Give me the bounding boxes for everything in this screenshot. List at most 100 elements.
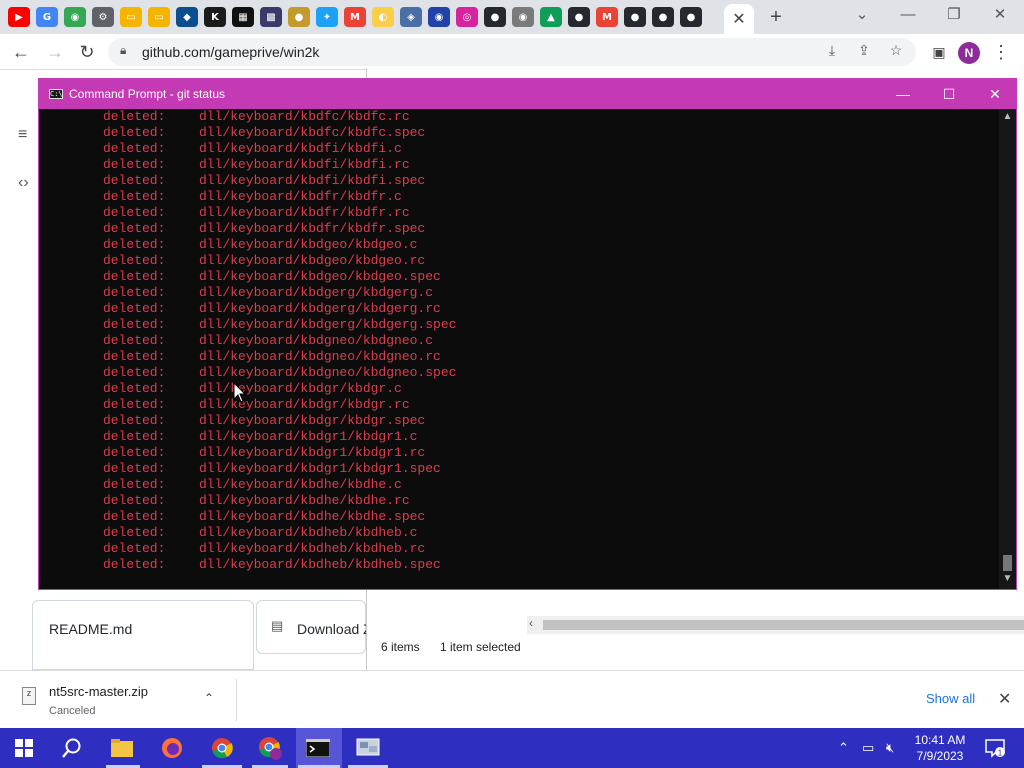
twitter-icon[interactable]: ✦ <box>316 7 338 27</box>
restore-button[interactable]: ❐ <box>934 4 974 28</box>
game-icon[interactable]: ▩ <box>260 7 282 27</box>
download-filename[interactable]: nt5src-master.zip <box>49 684 148 699</box>
git-status-label: deleted: <box>103 429 166 444</box>
scroll-down-icon[interactable]: ▼ <box>999 573 1016 587</box>
instagram-icon[interactable]: ◎ <box>456 7 478 27</box>
console-line: deleted: dll/keyboard/kbdgneo/kbdgneo.spe… <box>103 365 999 381</box>
notification-center-icon[interactable]: 1 <box>984 738 1006 758</box>
file-path: dll/keyboard/kbdgerg/kbdgerg.spec <box>199 317 457 332</box>
console-output[interactable]: deleted: dll/keyboard/kbdfc/kbdfc.rc delet… <box>39 109 999 589</box>
scroll-up-icon[interactable]: ▲ <box>999 111 1016 125</box>
start-button[interactable] <box>10 734 38 762</box>
youtube-icon[interactable]: ▶ <box>8 7 30 27</box>
settings-icon[interactable]: ⚙ <box>92 7 114 27</box>
browser-tab-strip: ▶ G ◉ ⚙ ▭ ▭ ◆ K ▦ ▩ ● ✦ M ◐ ◈ ◉ ◎ ● ◉ ▲ ● M ● ● ● ✕ + ⌄ — ❐ ✕ <box>0 0 1024 34</box>
app-icon[interactable]: ● <box>288 7 310 27</box>
app-icon[interactable]: ◈ <box>400 7 422 27</box>
file-explorer-icon[interactable] <box>108 734 136 762</box>
chevron-up-icon[interactable]: ⌃ <box>204 691 214 705</box>
search-icon[interactable] <box>58 734 86 762</box>
chevron-up-icon[interactable]: ⌃ <box>838 740 849 756</box>
console-line: deleted: dll/keyboard/kbdgerg/kbdgerg.spe… <box>103 317 999 333</box>
notification-count: 1 <box>998 749 1003 758</box>
file-path: dll/keyboard/kbdhe/kbdhe.spec <box>199 509 426 524</box>
git-status-label: deleted: <box>103 285 166 300</box>
cmd-maximize-button[interactable]: ☐ <box>929 83 969 105</box>
console-line: deleted: dll/keyboard/kbdfi/kbdfi.c <box>103 141 999 157</box>
menu-kebab-icon[interactable]: ⋮ <box>988 40 1014 64</box>
back-button[interactable]: ← <box>8 40 34 64</box>
install-icon[interactable]: ⤓ <box>822 42 842 62</box>
cmd-title-bar[interactable]: C:\ Command Prompt - git status — ☐ ✕ <box>39 79 1016 109</box>
github-icon[interactable]: ● <box>624 7 646 27</box>
gmail-icon[interactable]: M <box>344 7 366 27</box>
forward-button[interactable]: → <box>42 40 68 64</box>
file-path: dll/keyboard/kbdfi/kbdfi.rc <box>199 157 410 172</box>
github-icon[interactable]: ● <box>484 7 506 27</box>
file-path: dll/keyboard/kbdheb/kbdheb.c <box>199 525 418 540</box>
firefox-icon[interactable] <box>158 734 186 762</box>
side-panel-icon[interactable]: ▣ <box>926 40 952 64</box>
console-line: deleted: dll/keyboard/kbdgeo/kbdgeo.rc <box>103 253 999 269</box>
github-icon[interactable]: ● <box>568 7 590 27</box>
google-drive-icon[interactable]: ▲ <box>540 7 562 27</box>
github-icon[interactable]: ● <box>680 7 702 27</box>
hamburger-menu-icon[interactable]: ≡ <box>18 126 40 148</box>
close-window-button[interactable]: ✕ <box>980 4 1020 28</box>
share-icon[interactable]: ⇪ <box>854 42 874 62</box>
bookmark-star-icon[interactable]: ☆ <box>886 42 906 62</box>
profile-avatar[interactable]: N <box>958 42 980 64</box>
kim-icon[interactable]: K <box>204 7 226 27</box>
github-icon[interactable]: ● <box>652 7 674 27</box>
active-tab-close[interactable]: ✕ <box>724 4 754 34</box>
scroll-left-icon[interactable]: ‹ <box>529 616 533 630</box>
command-prompt-icon[interactable] <box>304 734 332 762</box>
console-line: deleted: dll/keyboard/kbdhe/kbdhe.c <box>103 477 999 493</box>
show-all-link[interactable]: Show all <box>926 691 975 706</box>
cmd-minimize-button[interactable]: — <box>883 83 923 105</box>
chrome-icon[interactable] <box>208 734 236 762</box>
volume-muted-icon[interactable]: 🔇︎ <box>886 740 894 756</box>
git-status-label: deleted: <box>103 237 166 252</box>
url-text[interactable]: github.com/gameprive/win2k <box>142 44 319 60</box>
gmail-icon[interactable]: M <box>596 7 618 27</box>
system-clock[interactable]: 10:41 AM 7/9/2023 <box>908 732 972 764</box>
chrome-icon[interactable]: ◉ <box>512 7 534 27</box>
chrome-profile-icon[interactable] <box>256 734 284 762</box>
download-zip-button[interactable]: ▤ Download ZIP <box>256 600 385 654</box>
git-status-label: deleted: <box>103 557 166 572</box>
windows-logo-icon[interactable] <box>15 739 33 757</box>
remote-desktop-icon[interactable]: ◆ <box>176 7 198 27</box>
cmd-scrollbar-thumb[interactable] <box>1003 555 1012 571</box>
cmd-close-button[interactable]: ✕ <box>975 83 1015 105</box>
scrollbar-thumb[interactable] <box>543 620 1024 630</box>
readme-tab[interactable]: README.md <box>32 600 254 670</box>
git-status-label: deleted: <box>103 221 166 236</box>
minimize-button[interactable]: — <box>888 4 928 28</box>
folder-icon[interactable]: ▭ <box>148 7 170 27</box>
close-icon[interactable]: ✕ <box>998 689 1011 709</box>
address-bar[interactable]: 🔒︎ github.com/gameprive/win2k ⤓ ⇪ ☆ <box>108 38 916 66</box>
horizontal-scrollbar[interactable]: ‹ <box>527 616 1024 634</box>
bulb-icon[interactable]: ◐ <box>372 7 394 27</box>
reload-button[interactable]: ↻ <box>74 40 100 64</box>
close-icon[interactable]: ✕ <box>732 9 745 29</box>
code-icon[interactable]: ‹› <box>18 174 40 196</box>
google-drive-icon[interactable]: ◉ <box>64 7 86 27</box>
mouse-pointer-icon <box>233 382 247 403</box>
tab-search-button[interactable]: ⌄ <box>842 4 882 28</box>
game-icon[interactable]: ▦ <box>232 7 254 27</box>
control-panel-icon[interactable] <box>354 734 382 762</box>
google-icon[interactable]: G <box>36 7 58 27</box>
git-status-label: deleted: <box>103 109 166 124</box>
sonic-icon[interactable]: ◉ <box>428 7 450 27</box>
clock-time: 10:41 AM <box>914 733 966 747</box>
zip-file-icon: ▤ <box>271 618 284 633</box>
folder-icon[interactable]: ▭ <box>120 7 142 27</box>
desktop-screen: ▶ G ◉ ⚙ ▭ ▭ ◆ K ▦ ▩ ● ✦ M ◐ ◈ ◉ ◎ ● ◉ ▲ ● M ● ● ● ✕ + ⌄ — ❐ ✕ ← … <box>0 0 1024 768</box>
network-icon[interactable]: ▭ <box>862 740 874 756</box>
git-status-label: deleted: <box>103 253 166 268</box>
command-prompt-window[interactable]: C:\ Command Prompt - git status — ☐ ✕ de… <box>38 78 1017 590</box>
cmd-vertical-scrollbar[interactable]: ▲ ▼ <box>999 109 1016 589</box>
new-tab-button[interactable]: + <box>764 6 788 28</box>
